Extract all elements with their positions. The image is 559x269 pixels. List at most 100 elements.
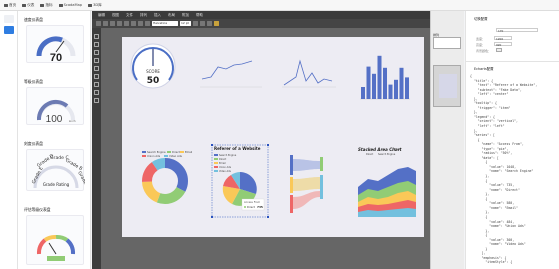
speed-gauge-widget[interactable]: 70 — [26, 25, 84, 64]
tab-gauges[interactable]: 仪表 — [22, 3, 34, 8]
menu-item[interactable]: 插入 — [154, 13, 161, 18]
section-title: 刻度仪表盘 — [24, 141, 43, 146]
bar — [394, 79, 398, 99]
grade-gauge-unit: km/h — [69, 119, 76, 123]
tooltip-name: Direct — [247, 205, 255, 209]
canvas-donut-chart[interactable]: Search Engine Direct Email Union Ads Vid… — [142, 150, 192, 204]
bar — [361, 87, 365, 99]
bg-color-swatch[interactable] — [496, 48, 502, 52]
redo-icon[interactable] — [103, 21, 108, 26]
canvas-sankey-chart[interactable] — [290, 155, 323, 213]
indicator-icon — [40, 3, 45, 7]
align-center-icon[interactable] — [200, 21, 205, 26]
code-line: "itemStyle": { — [470, 260, 513, 265]
highlight-icon[interactable] — [214, 21, 219, 26]
pie-title: Referer of a Website — [214, 146, 261, 151]
pie-legend-item: Direct — [219, 158, 226, 161]
donut-legend-item: Email — [185, 150, 192, 154]
font-size-select[interactable]: 12 pt — [180, 21, 191, 26]
area-legend-item: Direct — [366, 153, 373, 156]
canvas-stacked-area-chart[interactable]: Stacked Area Chart Email Direct Search E… — [358, 147, 416, 217]
tooltip-label: Access From — [244, 200, 261, 204]
line-tool-icon[interactable] — [94, 66, 99, 71]
rail-item-gauges-active[interactable] — [4, 26, 14, 34]
bold-icon[interactable] — [131, 21, 136, 26]
map-icon — [58, 3, 63, 7]
canvas-pie-chart[interactable]: Referer of a Website Search Engine Direc… — [211, 144, 269, 218]
width-label: 宽度： — [476, 37, 486, 41]
menu-item[interactable]: 编辑 — [98, 13, 105, 18]
height-label: 高度： — [476, 43, 486, 47]
italic-icon[interactable] — [138, 21, 143, 26]
diagram-page[interactable]: SCORE 50 Search Engine Direct Email Unio… — [122, 37, 424, 237]
underline-icon[interactable] — [145, 21, 150, 26]
tab-scadamap[interactable]: ScadaMap — [58, 3, 82, 7]
canvas-line-chart[interactable] — [200, 60, 262, 88]
menu-item[interactable]: 帮助 — [196, 13, 203, 18]
menu-item[interactable]: 视图 — [112, 13, 119, 18]
arrange-controls[interactable] — [433, 37, 461, 49]
align-right-icon[interactable] — [207, 21, 212, 26]
rect-tool-icon[interactable] — [94, 50, 99, 55]
chart-tool-icon[interactable] — [94, 90, 99, 95]
json-code-editor[interactable]: { "title": { "text": "Referer of a Websi… — [470, 74, 558, 269]
undo-icon[interactable] — [96, 21, 101, 26]
text-tool-icon[interactable] — [94, 42, 99, 47]
canvas-line-chart-2[interactable] — [282, 59, 336, 88]
canvas-drawing: SCORE 50 Search Engine Direct Email Unio… — [130, 43, 416, 218]
section-title: 速度仪表盘 — [24, 17, 43, 22]
width-input[interactable]: 1200 — [494, 36, 512, 41]
bar — [366, 66, 371, 99]
align-left-icon[interactable] — [193, 21, 198, 26]
pen-tool-icon[interactable] — [94, 98, 99, 103]
top-input[interactable]: 170 — [496, 28, 538, 33]
scale-gauge-caption: Grade Rating — [43, 182, 70, 187]
ellipse-tool-icon[interactable] — [94, 58, 99, 63]
menu-item[interactable]: 文件 — [126, 13, 133, 18]
tooltip-value: 735 — [257, 205, 263, 209]
json-section-title: Echarts配置 — [474, 67, 494, 71]
area-legend-item: Email — [394, 148, 401, 151]
table-tool-icon[interactable] — [94, 82, 99, 87]
menu-item[interactable]: 排列 — [140, 13, 147, 18]
speed-gauge-value: 70 — [50, 52, 62, 64]
widget-panel: 速度仪表盘 70 等级仪表盘 100 km/h 刻度仪表盘 Grade E Gr… — [18, 11, 91, 269]
grade-gauge-graphic: 100 km/h — [36, 99, 76, 125]
bar — [399, 67, 404, 99]
scale-gauge-widget[interactable]: Grade E Grade D Grade C Grade B Grade A … — [26, 149, 91, 191]
delete-icon[interactable] — [124, 21, 129, 26]
cube-icon — [88, 3, 93, 7]
evaluation-gauge-graphic — [37, 234, 75, 261]
diagram-editor: 编辑 视图 文件 排列 插入 布局 附加 帮助 Helvetica 12 pt — [92, 11, 430, 269]
top-navigation-bar: 首页 仪表 指标 ScadaMap 3D库 — [0, 0, 559, 11]
rail-item-grid[interactable] — [4, 15, 14, 23]
menu-item[interactable]: 附加 — [182, 13, 189, 18]
pie-legend-item: Union Ads — [219, 166, 232, 169]
section-title: 评估等级仪表盘 — [24, 207, 51, 212]
grade-gauge-widget[interactable]: 100 km/h — [26, 87, 84, 125]
evaluation-gauge-widget[interactable] — [26, 215, 84, 265]
gauge-value: 50 — [147, 76, 160, 86]
editor-toolbar: Helvetica 12 pt — [92, 19, 430, 28]
canvas-gauge[interactable]: SCORE 50 — [130, 43, 176, 89]
pointer-tool-icon[interactable] — [94, 34, 99, 39]
height-input[interactable]: 920 — [494, 42, 512, 47]
bg-color-label: 背景颜色： — [476, 49, 492, 53]
gauge-caption: SCORE — [146, 69, 160, 74]
image-tool-icon[interactable] — [94, 74, 99, 79]
pie-legend-item: Email — [219, 162, 226, 165]
pie-legend-item: Search Engine — [219, 154, 237, 157]
home-icon — [4, 3, 8, 7]
font-family-select[interactable]: Helvetica — [152, 21, 178, 26]
properties-strip: 排列 — [430, 11, 464, 269]
pie-legend-item: Video Ads — [219, 170, 232, 173]
donut-legend-item: Video Ads — [169, 154, 182, 158]
menu-item[interactable]: 布局 — [168, 13, 175, 18]
tab-3d-library[interactable]: 3D库 — [88, 3, 102, 8]
tab-home[interactable]: 首页 — [4, 3, 16, 8]
zoom-in-icon[interactable] — [110, 21, 115, 26]
tab-indicators[interactable]: 指标 — [40, 3, 53, 8]
zoom-out-icon[interactable] — [117, 21, 122, 26]
page-thumbnail[interactable] — [433, 65, 461, 107]
canvas-bar-chart[interactable] — [360, 55, 410, 100]
